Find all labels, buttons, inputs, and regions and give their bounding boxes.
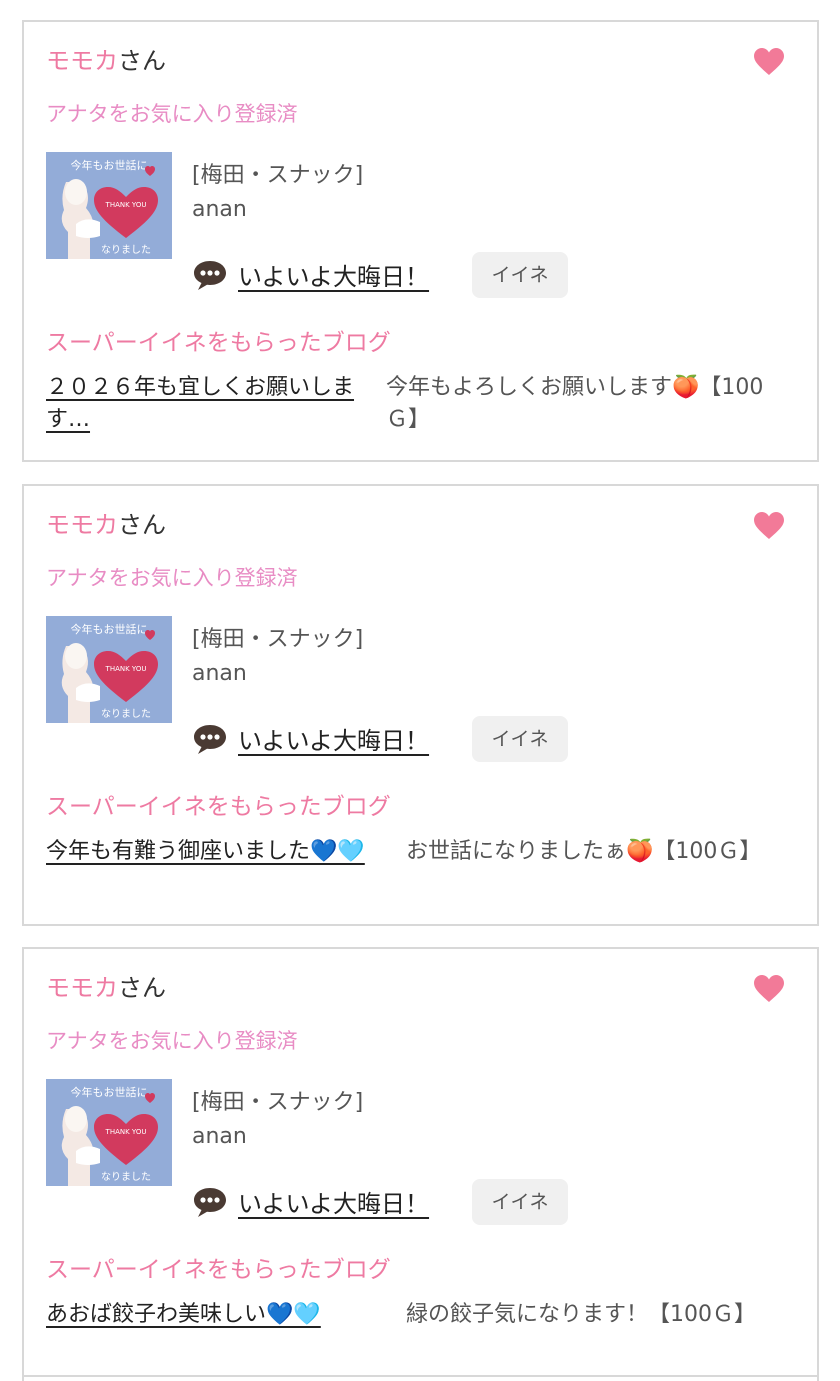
iine-button[interactable]: イイネ: [472, 1179, 568, 1225]
profile-thumbnail[interactable]: 今年もお世話に THANK YOU なりました: [46, 152, 172, 259]
shop-name[interactable]: anan: [192, 197, 247, 222]
profile-thumbnail[interactable]: 今年もお世話に THANK YOU なりました: [46, 616, 172, 723]
iine-button[interactable]: イイネ: [472, 716, 568, 762]
shop-name[interactable]: anan: [192, 661, 247, 686]
shop-name[interactable]: anan: [192, 1124, 247, 1149]
super-iine-heading: スーパーイイネをもらったブログ: [46, 330, 391, 356]
super-iine-heading: スーパーイイネをもらったブログ: [46, 794, 391, 820]
chat-bubble-icon: [192, 1186, 228, 1218]
chat-bubble-icon: [192, 723, 228, 755]
thumbnail-text-bottom: なりました: [101, 708, 151, 720]
user-suffix: さん: [118, 511, 166, 539]
super-iine-blog-link[interactable]: 今年も有難う御座いました💙🩵: [46, 836, 374, 868]
blog-title-link[interactable]: いよいよ大晦日！: [238, 257, 429, 292]
favorite-status: アナタをお気に入り登録済: [46, 1029, 298, 1053]
shop-category: [梅田・スナック]: [192, 627, 364, 652]
favorite-status: アナタをお気に入り登録済: [46, 566, 298, 590]
user-suffix: さん: [118, 47, 166, 75]
super-iine-blog-link[interactable]: ２０２６年も宜しくお願いします…: [46, 372, 374, 436]
user-suffix: さん: [118, 974, 166, 1002]
shop-category: [梅田・スナック]: [192, 1090, 364, 1115]
heart-icon[interactable]: [754, 975, 784, 1003]
thumbnail-text-top: 今年もお世話に: [71, 622, 148, 636]
user-line: モモカさん: [46, 46, 166, 76]
user-name-link[interactable]: モモカ: [46, 511, 118, 539]
thumbnail-text-top: 今年もお世話に: [71, 158, 148, 172]
user-name-link[interactable]: モモカ: [46, 974, 118, 1002]
user-line: モモカさん: [46, 973, 166, 1003]
super-iine-heading: スーパーイイネをもらったブログ: [46, 1257, 391, 1283]
heart-icon[interactable]: [754, 512, 784, 540]
super-iine-comment: お世話になりましたぁ🍑【100Ｇ】: [406, 839, 762, 864]
favorite-card: モモカさん アナタをお気に入り登録済 今年もお世話に THANK YOU なりま…: [22, 20, 819, 462]
user-name-link[interactable]: モモカ: [46, 47, 118, 75]
iine-button[interactable]: イイネ: [472, 252, 568, 298]
favorite-card: モモカさん アナタをお気に入り登録済 今年もお世話に THANK YOU なりま…: [22, 484, 819, 926]
thumbnail-text-top: 今年もお世話に: [71, 1085, 148, 1099]
blog-title-link[interactable]: いよいよ大晦日！: [238, 721, 429, 756]
heart-icon[interactable]: [754, 48, 784, 76]
blog-title-link[interactable]: いよいよ大晦日！: [238, 1184, 429, 1219]
chat-bubble-icon: [192, 259, 228, 291]
favorite-card-partial: [22, 1375, 819, 1381]
shop-category: [梅田・スナック]: [192, 163, 364, 188]
thumbnail-text-bottom: なりました: [101, 244, 151, 256]
thumbnail-heart-text: THANK YOU: [105, 1128, 147, 1136]
user-line: モモカさん: [46, 510, 166, 540]
favorite-card: モモカさん アナタをお気に入り登録済 今年もお世話に THANK YOU なりま…: [22, 947, 819, 1381]
favorite-status: アナタをお気に入り登録済: [46, 102, 298, 126]
thumbnail-heart-text: THANK YOU: [105, 665, 147, 673]
super-iine-blog-link[interactable]: あおば餃子わ美味しい💙🩵: [46, 1299, 374, 1331]
profile-thumbnail[interactable]: 今年もお世話に THANK YOU なりました: [46, 1079, 172, 1186]
super-iine-comment: 緑の餃子気になります！【100Ｇ】: [406, 1302, 756, 1327]
thumbnail-heart-text: THANK YOU: [105, 201, 147, 209]
favorites-feed: モモカさん アナタをお気に入り登録済 今年もお世話に THANK YOU なりま…: [0, 0, 840, 1381]
super-iine-comment: 今年もよろしくお願いします🍑【100Ｇ】: [386, 375, 764, 432]
thumbnail-text-bottom: なりました: [101, 1171, 151, 1183]
